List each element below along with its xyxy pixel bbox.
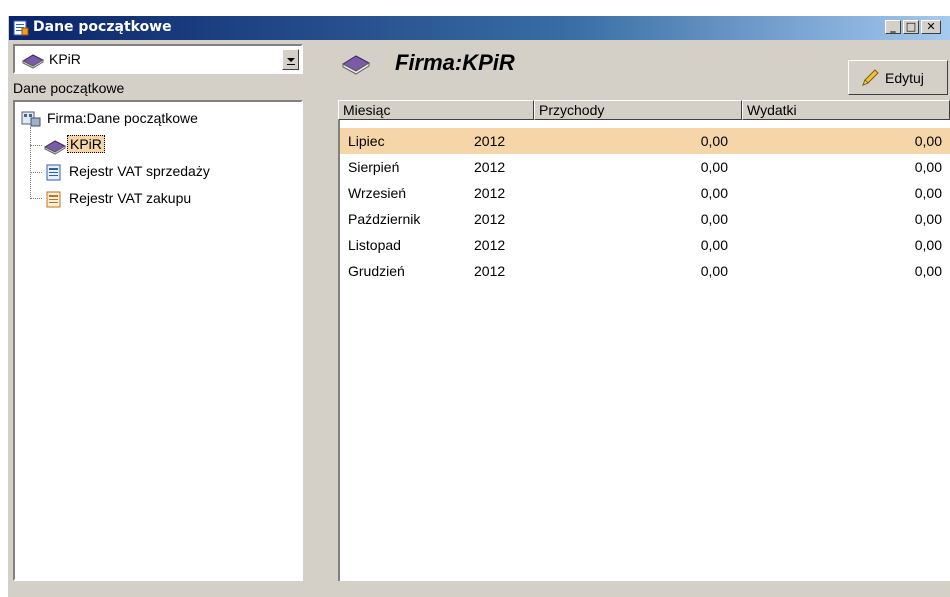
company-icon — [21, 111, 41, 127]
year-cell: 2012 — [474, 159, 506, 175]
expenses-cell: 0,00 — [914, 211, 942, 227]
table-row[interactable]: Sierpień 2012 0,00 0,00 — [340, 154, 950, 180]
tree-line — [30, 172, 42, 173]
chevron-down-icon[interactable] — [282, 49, 299, 70]
page-title: Firma:KPiR — [395, 50, 515, 75]
income-cell: 0,00 — [700, 211, 728, 227]
month-cell: Listopad — [348, 237, 401, 253]
year-cell: 2012 — [474, 211, 506, 227]
income-cell: 0,00 — [700, 159, 728, 175]
pencil-icon — [862, 69, 879, 86]
income-cell: 0,00 — [700, 237, 728, 253]
year-cell: 2012 — [474, 185, 506, 201]
tree-item-label: Rejestr VAT zakupu — [69, 190, 192, 206]
column-header-month[interactable]: Miesiąc — [338, 100, 534, 120]
expenses-cell: 0,00 — [914, 263, 942, 279]
book-icon — [43, 140, 67, 155]
expenses-cell: 0,00 — [914, 133, 942, 149]
tree-line — [30, 198, 42, 199]
tree-line — [30, 127, 31, 199]
year-cell: 2012 — [474, 263, 506, 279]
kpir-dropdown[interactable]: KPiR — [13, 44, 303, 74]
year-cell: 2012 — [474, 133, 506, 149]
months-table: Lipiec 2012 0,00 0,00 Sierpień 2012 0,00… — [338, 120, 950, 581]
table-row[interactable]: Listopad 2012 0,00 0,00 — [340, 232, 950, 258]
month-cell: Sierpień — [348, 159, 400, 175]
maximize-button[interactable]: □ — [903, 20, 919, 34]
table-row[interactable]: Lipiec 2012 0,00 0,00 — [340, 128, 950, 154]
year-cell: 2012 — [474, 237, 506, 253]
expenses-cell: 0,00 — [914, 185, 942, 201]
month-cell: Grudzień — [348, 263, 405, 279]
data-tree[interactable]: Firma:Dane początkowe KPiR Rejestr VAT s… — [13, 100, 303, 581]
book-icon — [21, 54, 45, 69]
book-icon — [341, 55, 371, 75]
tree-line — [30, 145, 42, 146]
tree-section-label: Dane początkowe — [13, 80, 125, 96]
close-button[interactable]: ✕ — [921, 20, 941, 34]
income-cell: 0,00 — [700, 133, 728, 149]
register-icon — [46, 191, 61, 208]
month-cell: Październik — [348, 211, 421, 227]
column-header-expenses[interactable]: Wydatki — [742, 100, 950, 120]
column-header-income[interactable]: Przychody — [534, 100, 742, 120]
title-bar[interactable]: Dane początkowe _ □ ✕ — [9, 16, 950, 40]
tree-item-label: Rejestr VAT sprzedaży — [69, 163, 210, 179]
month-cell: Wrzesień — [348, 185, 407, 201]
dropdown-value: KPiR — [49, 51, 81, 67]
income-cell: 0,00 — [700, 185, 728, 201]
tree-item-label: KPiR — [67, 135, 105, 153]
minimize-button[interactable]: _ — [885, 20, 901, 34]
expenses-cell: 0,00 — [914, 237, 942, 253]
income-cell: 0,00 — [700, 263, 728, 279]
app-icon — [13, 20, 29, 36]
window-title: Dane początkowe — [33, 19, 172, 35]
table-row[interactable]: Październik 2012 0,00 0,00 — [340, 206, 950, 232]
edit-label: Edytuj — [885, 70, 924, 86]
table-header: Miesiąc Przychody Wydatki — [338, 100, 950, 120]
expenses-cell: 0,00 — [914, 159, 942, 175]
register-icon — [46, 164, 61, 181]
table-row[interactable]: Grudzień 2012 0,00 0,00 — [340, 258, 950, 284]
month-cell: Lipiec — [348, 133, 385, 149]
table-row[interactable]: Wrzesień 2012 0,00 0,00 — [340, 180, 950, 206]
edit-button[interactable]: Edytuj — [848, 60, 948, 95]
tree-root-label: Firma:Dane początkowe — [47, 110, 198, 126]
